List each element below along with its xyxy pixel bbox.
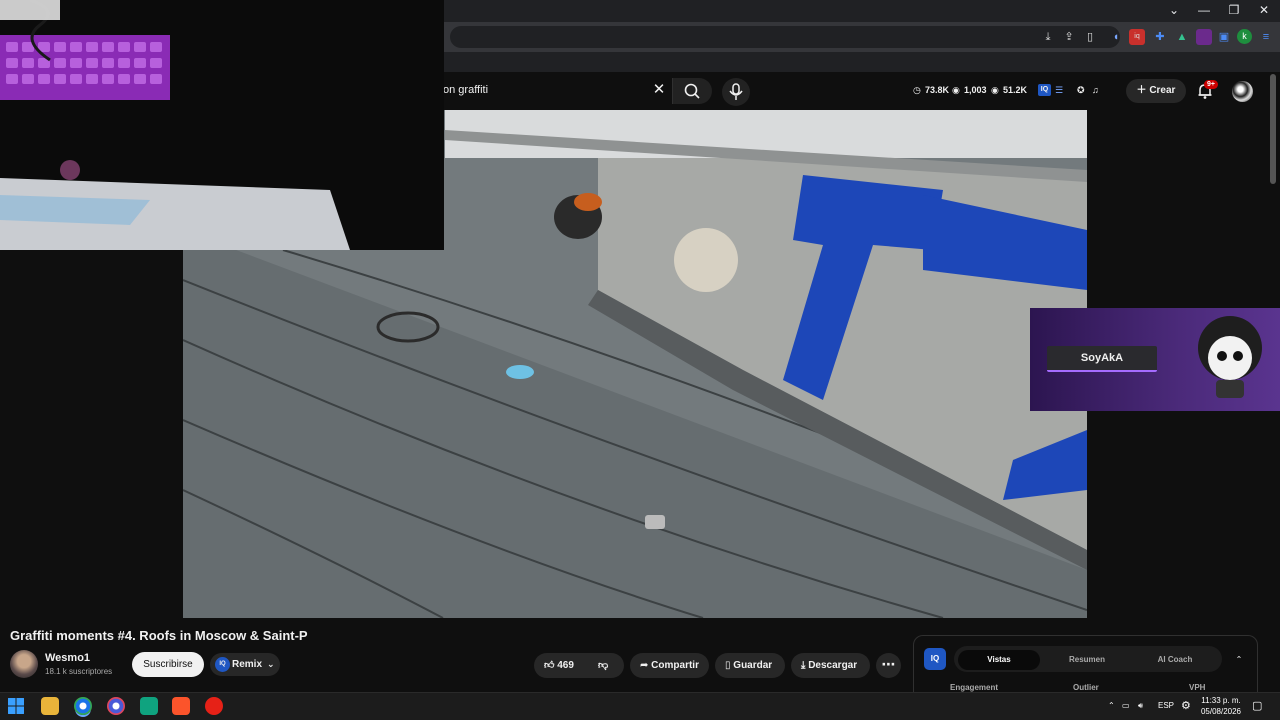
windows-start-icon[interactable]: [7, 697, 25, 715]
puzzle-icon[interactable]: ✚: [1152, 29, 1168, 45]
chrome-profile-icon[interactable]: [107, 697, 125, 715]
stat-watching: 1,003: [964, 85, 987, 95]
vidiq-toolbar-icon[interactable]: IQ: [1038, 84, 1051, 96]
sidebar-icon[interactable]: ▣: [1216, 29, 1232, 45]
pink-ext-icon[interactable]: [1196, 29, 1212, 45]
channel-name[interactable]: Wesmo1: [45, 652, 90, 664]
vidiq-panel-logo: IQ: [924, 648, 946, 670]
account-avatar[interactable]: [1232, 81, 1253, 102]
column-engagement: Engagement: [950, 683, 999, 692]
save-button[interactable]: ▯ Guardar: [715, 653, 785, 678]
subscriber-count: 18.1 k suscriptores: [45, 667, 113, 676]
create-button[interactable]: ＋ Crear: [1126, 79, 1186, 103]
stat-views-alt: 51.2K: [1003, 85, 1028, 95]
sound-icon[interactable]: ◖: [1108, 29, 1124, 45]
search-icon: [684, 83, 700, 99]
page-scrollbar[interactable]: [1270, 74, 1276, 184]
notification-badge: 9+: [1204, 80, 1218, 89]
minimize-button[interactable]: —: [1189, 2, 1219, 18]
tab-search-button[interactable]: ⌄: [1159, 2, 1189, 18]
collapse-icon[interactable]: ⌃: [1232, 650, 1246, 670]
download-icon[interactable]: ⤓: [1040, 29, 1056, 45]
like-dislike-group: 👍︎ 469 👎︎: [534, 653, 624, 678]
share-arrow-icon: ➦: [640, 660, 649, 671]
share-button[interactable]: ➦ Compartir: [630, 653, 709, 678]
maximize-button[interactable]: ❐: [1219, 2, 1249, 18]
column-vph: VPH: [1189, 683, 1206, 692]
alert-icon[interactable]: ♫: [1092, 85, 1099, 95]
volume-icon[interactable]: 🔊︎: [1138, 701, 1143, 711]
share-icon[interactable]: ⇪: [1061, 29, 1077, 45]
tab-ai-coach[interactable]: AI Coach: [1134, 650, 1216, 670]
bookmark-save-icon: ▯: [725, 660, 731, 671]
subscribe-button[interactable]: Suscribirse: [132, 652, 204, 677]
tray-chevron-icon[interactable]: ⌃: [1108, 701, 1115, 710]
award-icon[interactable]: ✪: [1077, 85, 1085, 96]
plus-icon: ＋: [1136, 85, 1147, 96]
more-actions-button[interactable]: ⋯: [876, 653, 901, 678]
save-label: Guardar: [733, 660, 773, 671]
file-explorer-icon[interactable]: [41, 697, 59, 715]
vidiq-icon[interactable]: iq: [1129, 29, 1145, 45]
notification-center-icon[interactable]: ▢: [1252, 699, 1262, 712]
webcam-overlay: [0, 0, 444, 250]
clock-time: 11:33 p. m.: [1201, 696, 1241, 705]
streamer-name-tag: SoyAkA: [1047, 346, 1157, 372]
youtube-app-icon[interactable]: [205, 697, 223, 715]
stat-views: 73.8K: [925, 85, 950, 95]
eye-icon-2: ◉: [991, 85, 999, 95]
tab-vistas[interactable]: Vistas: [958, 650, 1040, 670]
system-clock[interactable]: 11:33 p. m. 05/08/2026: [1196, 695, 1246, 717]
video-title: Graffiti moments #4. Roofs in Moscow & S…: [10, 628, 308, 643]
mic-icon: [729, 83, 743, 100]
address-bar[interactable]: [450, 26, 1120, 48]
chatgpt-icon[interactable]: [140, 697, 158, 715]
download-arrow-icon: ⤓: [801, 660, 806, 671]
clear-search-icon[interactable]: ✕: [650, 80, 668, 98]
clock-date: 05/08/2026: [1200, 707, 1242, 716]
network-icon[interactable]: ▭: [1122, 701, 1130, 710]
profile-avatar[interactable]: k: [1237, 29, 1252, 44]
thumbs-up-icon: 👍︎: [544, 660, 555, 671]
share-label: Compartir: [651, 660, 699, 671]
column-outlier: Outlier: [1073, 683, 1099, 692]
remix-label: Remix: [232, 659, 263, 670]
eye-icon: ◉: [952, 85, 960, 95]
download-label: Descargar: [808, 660, 858, 671]
like-button[interactable]: 👍︎ 469: [544, 653, 574, 678]
brave-icon[interactable]: [172, 697, 190, 715]
list-icon[interactable]: ☰: [1055, 85, 1063, 96]
chevron-down-icon[interactable]: ⌄: [267, 653, 275, 676]
create-label: Crear: [1149, 85, 1176, 96]
channel-avatar[interactable]: [10, 650, 38, 678]
voice-search-button[interactable]: [722, 78, 750, 106]
remix-badge: IQ: [215, 657, 230, 672]
screen: ⌄ — ❐ ✕ ⤓ ⇪ ▯ ◖ iq ✚ ▲ ▣ k ≡ on graffiti…: [0, 0, 1280, 720]
language-indicator[interactable]: ESP: [1158, 701, 1174, 710]
search-button[interactable]: [672, 78, 712, 104]
clock-icon: ◷: [913, 85, 921, 95]
settings-gear-icon[interactable]: ⚙: [1181, 699, 1191, 712]
remix-button[interactable]: IQ Remix ⌄: [210, 653, 280, 676]
tab-resumen[interactable]: Resumen: [1046, 650, 1128, 670]
chrome-icon[interactable]: [74, 697, 92, 715]
menu-icon[interactable]: ≡: [1258, 29, 1274, 45]
search-query: on graffiti: [443, 84, 489, 96]
divider: [590, 653, 591, 678]
flask-icon[interactable]: ▲: [1174, 29, 1190, 45]
download-button[interactable]: ⤓ Descargar: [791, 653, 870, 678]
like-count: 469: [557, 660, 574, 671]
taskbar: [0, 692, 1280, 720]
webcam-frame: [0, 0, 444, 250]
close-window-button[interactable]: ✕: [1249, 2, 1279, 18]
bookmark-icon[interactable]: ▯: [1082, 29, 1098, 45]
thumbs-down-icon[interactable]: 👎︎: [598, 653, 608, 678]
